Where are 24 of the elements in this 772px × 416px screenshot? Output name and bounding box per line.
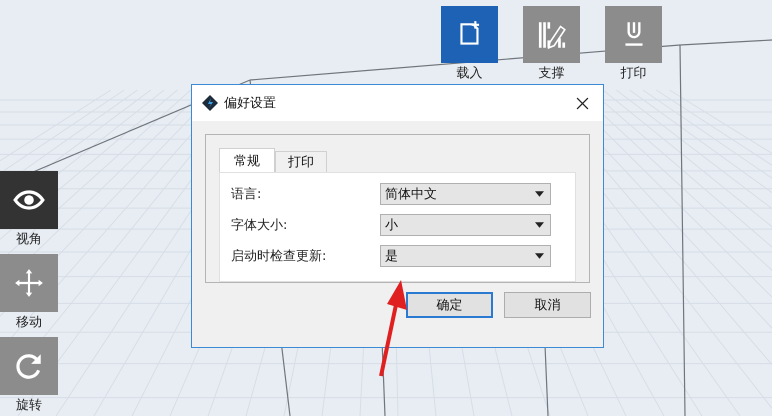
setting-label: 启动时检查更新: [231, 248, 326, 265]
tool-button[interactable] [441, 6, 498, 63]
tool-label: 视角 [16, 231, 42, 249]
caret-icon [535, 253, 544, 259]
tool-label: 打印 [620, 65, 646, 83]
dialog-button[interactable]: 取消 [504, 292, 591, 318]
tool-label: 载入 [456, 65, 482, 83]
dialog-title: 偏好设置 [224, 95, 276, 112]
app-logo-icon [202, 95, 218, 111]
dropdown[interactable]: 简体中文 [380, 183, 551, 205]
dropdown[interactable]: 小 [380, 214, 551, 236]
tool-label: 移动 [16, 314, 42, 332]
caret-icon [535, 191, 544, 197]
setting-label: 语言: [231, 186, 262, 203]
dropdown[interactable]: 是 [380, 245, 551, 267]
dialog-button[interactable]: 确定 [406, 292, 493, 318]
tab[interactable]: 常规 [219, 148, 275, 172]
setting-label: 字体大小: [231, 217, 288, 234]
caret-icon [535, 222, 544, 228]
tool-label: 支撑 [538, 65, 564, 83]
move-arrows-icon [13, 267, 45, 299]
tool-label: 旋转 [16, 397, 42, 415]
tab[interactable]: 打印 [275, 151, 327, 172]
tool-button[interactable] [0, 171, 58, 229]
